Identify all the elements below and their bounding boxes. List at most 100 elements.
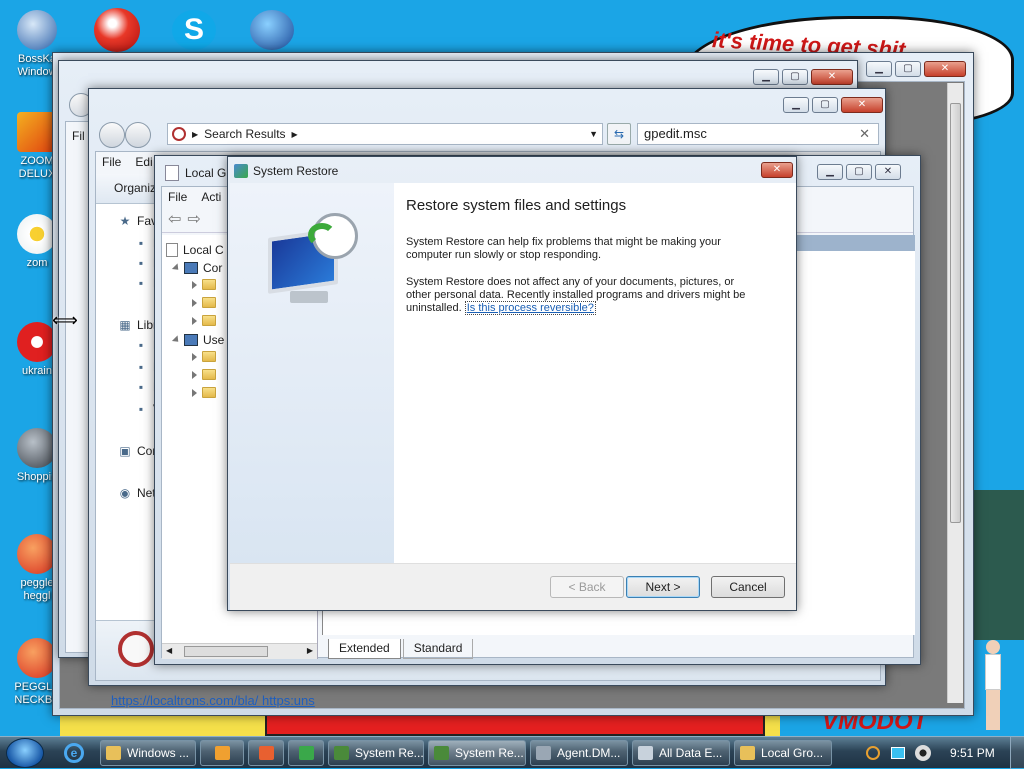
close-button[interactable]: ✕ — [811, 69, 853, 85]
search-tray-icon[interactable] — [866, 746, 880, 760]
nav-item-icon: ★ — [119, 214, 131, 228]
nav-item-icon: ▣ — [119, 444, 131, 458]
taskbar-button[interactable] — [200, 740, 244, 766]
taskbar-button[interactable] — [248, 740, 284, 766]
dialog-sidebar — [230, 183, 394, 563]
close-button[interactable]: ✕ — [924, 61, 966, 77]
menu-file[interactable]: File — [102, 152, 121, 174]
minimize-button[interactable]: ▁ — [783, 97, 809, 113]
menu-action[interactable]: Acti — [201, 187, 221, 209]
tree-item[interactable]: Cor — [171, 261, 222, 275]
flower-icon — [17, 214, 57, 254]
description-paragraph-1: System Restore can help fix problems tha… — [406, 236, 721, 261]
app-icon — [638, 746, 653, 760]
expand-arrow-icon[interactable] — [192, 370, 197, 379]
skype-icon[interactable]: S — [172, 10, 216, 50]
reversible-help-link[interactable]: Is this process reversible? — [464, 301, 596, 315]
clear-search-icon[interactable]: ✕ — [859, 124, 870, 144]
horizontal-scrollbar[interactable]: ◀ ▶ — [162, 643, 317, 659]
close-button[interactable]: ✕ — [761, 162, 793, 178]
nav-item[interactable]: ▣ Con — [118, 444, 159, 458]
nav-item-icon: ◉ — [119, 486, 131, 500]
menu-file[interactable]: File — [168, 187, 187, 209]
window-controls: ▁ ▢ ✕ — [753, 69, 853, 85]
vertical-scrollbar[interactable] — [947, 83, 963, 703]
network-tray-icon[interactable] — [891, 747, 905, 759]
scroll-right-icon[interactable]: ▶ — [307, 646, 313, 655]
taskbar-button[interactable]: System Re... — [428, 740, 526, 766]
taskbar-button[interactable]: Windows ... — [100, 740, 196, 766]
expand-arrow-icon[interactable] — [171, 335, 182, 345]
volume-tray-icon[interactable] — [915, 745, 931, 761]
menu-edit[interactable]: Edi — [135, 152, 152, 174]
organize-button[interactable]: Organiz — [114, 181, 156, 195]
next-button[interactable]: Next > — [626, 576, 700, 598]
search-input-value: gpedit.msc — [644, 126, 707, 141]
nav-back-button[interactable] — [99, 122, 125, 148]
nav-item[interactable]: ▦ Libr — [118, 318, 157, 332]
tab-standard[interactable]: Standard — [402, 639, 474, 659]
taskbar-button[interactable]: Agent.DM... — [530, 740, 628, 766]
taskbar-button-label: Local Gro... — [761, 746, 824, 760]
refresh-button[interactable]: ⇆ — [607, 123, 631, 145]
expand-arrow-icon[interactable] — [192, 316, 197, 325]
search-input[interactable]: gpedit.msc ✕ — [637, 123, 879, 145]
address-bar[interactable]: ▶ Search Results ▶ ▼ — [167, 123, 603, 145]
close-button[interactable]: ✕ — [875, 164, 901, 180]
address-text: Search Results — [204, 127, 286, 141]
tree-item[interactable] — [192, 369, 216, 380]
tree-item[interactable] — [192, 351, 216, 362]
taskbar-button[interactable]: All Data E... — [632, 740, 730, 766]
tree-item[interactable] — [192, 279, 216, 290]
minimize-button[interactable]: ▁ — [753, 69, 779, 85]
flash-icon — [17, 428, 57, 468]
expand-arrow-icon[interactable] — [192, 280, 197, 289]
address-dropdown-icon[interactable]: ▼ — [589, 129, 598, 139]
menu-file[interactable]: Fil — [72, 126, 85, 146]
peggle-icon[interactable] — [94, 8, 140, 52]
tree-item[interactable] — [192, 297, 216, 308]
close-button[interactable]: ✕ — [841, 97, 883, 113]
maximize-button[interactable]: ▢ — [812, 97, 838, 113]
maximize-button[interactable]: ▢ — [782, 69, 808, 85]
url-link[interactable]: https://localtrons.com/bla/ https:uns — [111, 693, 315, 708]
scroll-left-icon[interactable]: ◀ — [166, 646, 172, 655]
globe-icon[interactable] — [250, 10, 294, 50]
zoom-icon — [17, 112, 57, 152]
clock[interactable]: 9:51 PM — [950, 746, 995, 760]
tree-item[interactable]: Local C — [166, 243, 224, 257]
breadcrumb-arrow-icon: ▶ — [291, 129, 298, 139]
expand-arrow-icon[interactable] — [192, 388, 197, 397]
expand-arrow-icon[interactable] — [171, 263, 182, 273]
resize-cursor-icon: ⟺ — [52, 310, 78, 330]
nav-item[interactable]: ◉ Net — [118, 486, 156, 500]
nav-item-icon: ▦ — [119, 318, 131, 332]
minimize-button[interactable]: ▁ — [866, 61, 892, 77]
tree-item[interactable] — [192, 387, 216, 398]
expand-arrow-icon[interactable] — [192, 298, 197, 307]
expand-arrow-icon[interactable] — [192, 352, 197, 361]
taskbar-button[interactable]: Local Gro... — [734, 740, 832, 766]
maximize-button[interactable]: ▢ — [846, 164, 872, 180]
cancel-button[interactable]: Cancel — [711, 576, 785, 598]
tree-item[interactable]: Use — [171, 333, 224, 347]
taskbar-button[interactable] — [288, 740, 324, 766]
taskbar-button[interactable]: System Re... — [328, 740, 424, 766]
scrollbar-thumb[interactable] — [950, 103, 961, 523]
system-restore-dialog[interactable]: System Restore ✕ Restore system files an… — [227, 156, 797, 611]
nav-forward-button[interactable] — [125, 122, 151, 148]
internet-explorer-icon[interactable]: e — [64, 743, 84, 763]
back-arrow-icon[interactable]: ⇦ — [168, 212, 181, 229]
dialog-button-bar: < Back Next > Cancel — [230, 563, 796, 610]
maximize-button[interactable]: ▢ — [895, 61, 921, 77]
tree-item[interactable] — [192, 315, 216, 326]
nav-item-icon: ▪ — [138, 256, 144, 270]
forward-arrow-icon[interactable]: ⇨ — [187, 212, 200, 229]
back-button[interactable]: < Back — [550, 576, 624, 598]
gpedit-app-icon — [165, 165, 179, 181]
scrollbar-thumb[interactable] — [184, 646, 268, 657]
minimize-button[interactable]: ▁ — [817, 164, 843, 180]
tab-extended[interactable]: Extended — [328, 639, 401, 659]
start-button[interactable] — [6, 738, 44, 768]
show-desktop-button[interactable] — [1010, 737, 1024, 769]
